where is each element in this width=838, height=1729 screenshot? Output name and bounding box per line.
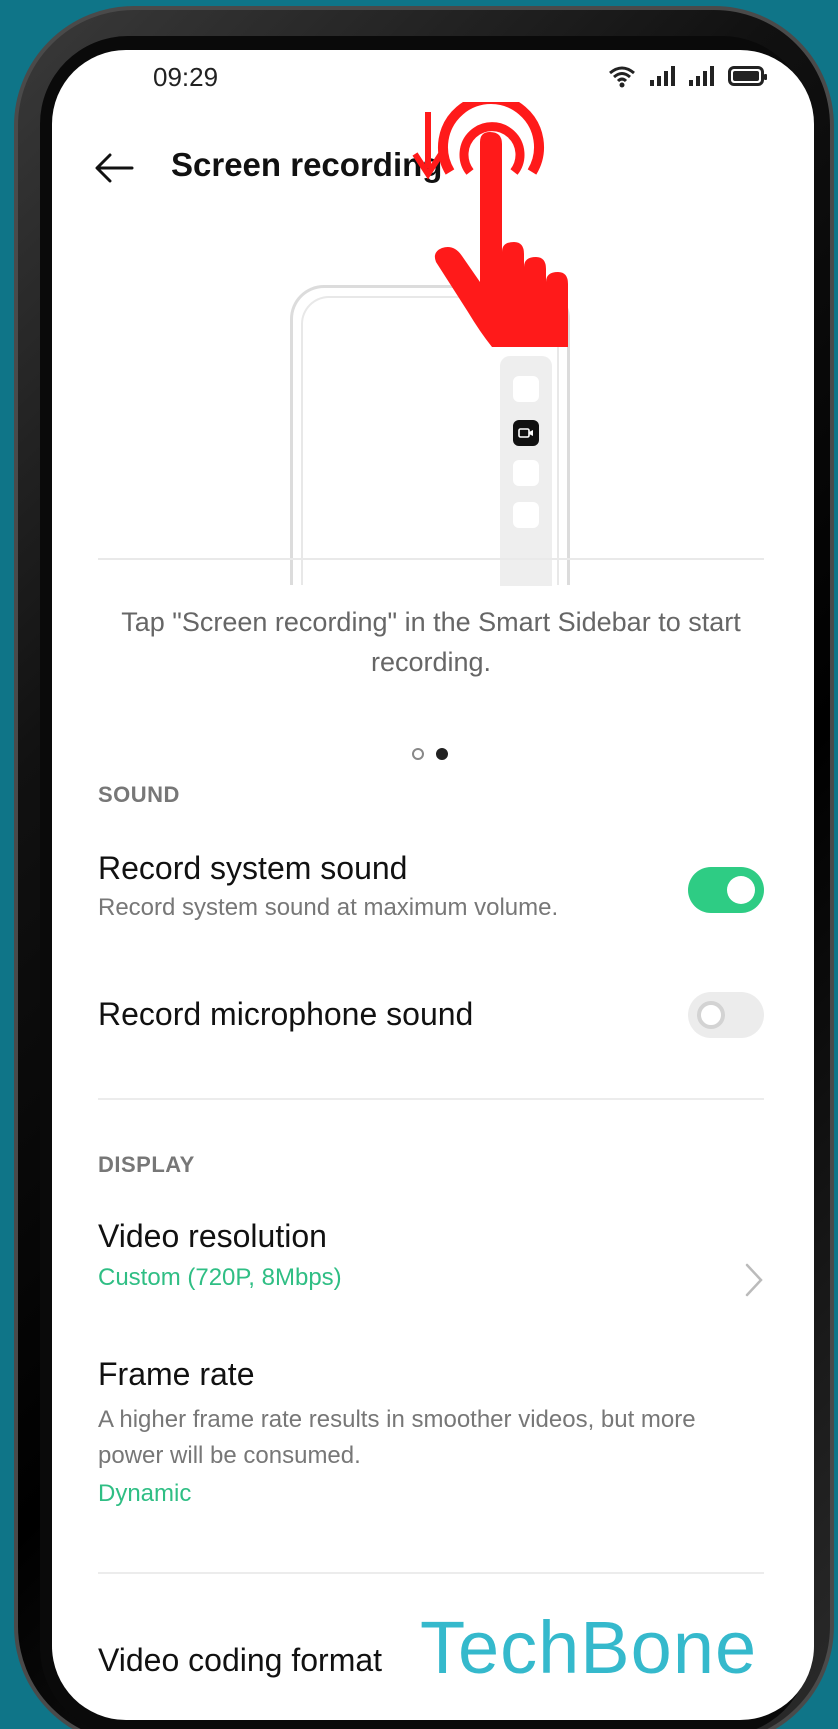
status-icons — [608, 64, 767, 88]
sidebar-slot — [513, 502, 539, 528]
swipe-down-hand-icon — [434, 102, 568, 347]
setting-subtitle-frame-rate: A higher frame rate results in smoother … — [98, 1406, 696, 1469]
page-dot-1[interactable] — [412, 748, 424, 760]
sidebar-slot — [513, 376, 539, 402]
back-arrow-icon[interactable] — [92, 148, 136, 188]
section-heading-display: DISPLAY — [98, 1152, 195, 1177]
page-title: Screen recording — [171, 146, 443, 183]
setting-title-video-coding-format: Video coding format — [98, 1642, 383, 1678]
setting-title-frame-rate: Frame rate — [98, 1356, 255, 1392]
illustration-caption: Tap "Screen recording" in the Smart Side… — [121, 607, 741, 677]
video-camera-icon — [513, 420, 539, 446]
status-time: 09:29 — [153, 62, 219, 92]
illustration-divider — [98, 558, 764, 560]
setting-subtitle-system-sound: Record system sound at maximum volume. — [98, 894, 559, 921]
setting-value-video-resolution: Custom (720P, 8Mbps) — [98, 1264, 342, 1291]
page-indicator — [412, 748, 448, 760]
techbone-watermark: TechBone — [420, 1606, 758, 1689]
section-heading-sound: SOUND — [98, 782, 180, 807]
setting-value-frame-rate: Dynamic — [98, 1480, 192, 1507]
setting-title-system-sound: Record system sound — [98, 850, 408, 886]
phone-screen: 09:29 Screen recording Tap "Screen recor… — [52, 50, 814, 1720]
setting-title-mic-sound: Record microphone sound — [98, 996, 474, 1032]
toggle-mic-sound[interactable] — [688, 992, 764, 1038]
section-divider — [98, 1098, 764, 1100]
setting-title-video-resolution: Video resolution — [98, 1218, 327, 1254]
smart-sidebar-illustration — [500, 356, 552, 586]
toggle-system-sound[interactable] — [688, 867, 764, 913]
battery-icon — [728, 66, 767, 86]
signal-icon-sim1 — [650, 66, 675, 86]
wifi-icon — [609, 66, 635, 88]
sidebar-slot — [513, 460, 539, 486]
section-divider — [98, 1572, 764, 1574]
page-dot-2[interactable] — [436, 748, 448, 760]
signal-icon-sim2 — [689, 66, 714, 86]
chevron-right-icon — [745, 1263, 763, 1297]
